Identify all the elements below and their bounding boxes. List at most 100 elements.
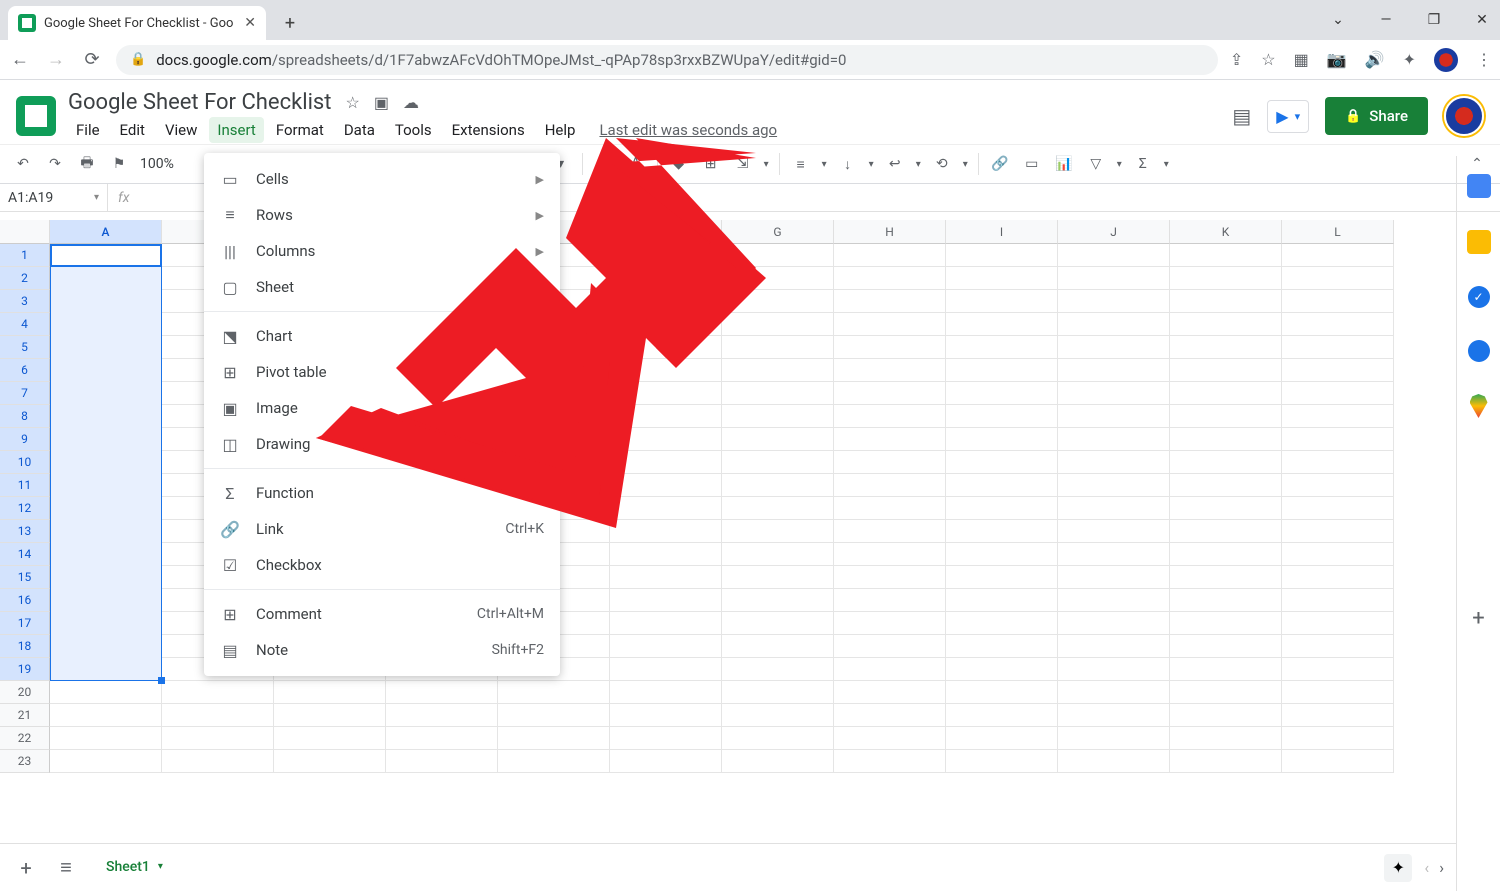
row-header[interactable]: 9 bbox=[0, 428, 50, 451]
cell[interactable] bbox=[722, 428, 834, 451]
comment-icon[interactable]: ▭ bbox=[1021, 153, 1043, 175]
cell[interactable] bbox=[1170, 658, 1282, 681]
row-header[interactable]: 8 bbox=[0, 405, 50, 428]
cell[interactable] bbox=[946, 359, 1058, 382]
cell[interactable] bbox=[1282, 497, 1394, 520]
cell[interactable] bbox=[1058, 635, 1170, 658]
cell[interactable] bbox=[1058, 451, 1170, 474]
cell[interactable] bbox=[1282, 359, 1394, 382]
add-addon-icon[interactable]: + bbox=[1472, 606, 1484, 631]
cell[interactable] bbox=[498, 704, 610, 727]
row-header[interactable]: 7 bbox=[0, 382, 50, 405]
cell[interactable] bbox=[834, 336, 946, 359]
maximize-button[interactable]: ❐ bbox=[1424, 12, 1444, 28]
cell[interactable] bbox=[1282, 566, 1394, 589]
last-edit-text[interactable]: Last edit was seconds ago bbox=[599, 121, 777, 139]
column-header[interactable]: A bbox=[50, 220, 162, 244]
column-header[interactable]: K bbox=[1170, 220, 1282, 244]
row-header[interactable]: 6 bbox=[0, 359, 50, 382]
cell[interactable] bbox=[1282, 244, 1394, 267]
insert-comment[interactable]: ⊞CommentCtrl+Alt+M bbox=[204, 596, 560, 632]
explore-button[interactable]: ✦ bbox=[1384, 854, 1412, 882]
cell[interactable] bbox=[722, 658, 834, 681]
insert-note[interactable]: ▤NoteShift+F2 bbox=[204, 632, 560, 668]
cell[interactable] bbox=[386, 704, 498, 727]
cell[interactable] bbox=[1058, 520, 1170, 543]
cell[interactable] bbox=[1170, 704, 1282, 727]
filter-icon[interactable]: ▽ bbox=[1085, 153, 1107, 175]
cell[interactable] bbox=[946, 681, 1058, 704]
close-window-button[interactable]: ✕ bbox=[1472, 12, 1492, 28]
tasks-icon[interactable] bbox=[1468, 286, 1490, 308]
v-align-icon[interactable]: ↓ bbox=[837, 153, 859, 175]
row-header[interactable]: 16 bbox=[0, 589, 50, 612]
cell[interactable] bbox=[1058, 727, 1170, 750]
cell[interactable] bbox=[50, 681, 162, 704]
cell[interactable] bbox=[722, 750, 834, 773]
cell[interactable] bbox=[50, 727, 162, 750]
chevron-down-icon[interactable]: ⌄ bbox=[1328, 12, 1348, 28]
cell[interactable] bbox=[834, 704, 946, 727]
cell[interactable] bbox=[386, 750, 498, 773]
cell[interactable] bbox=[1282, 727, 1394, 750]
cell[interactable] bbox=[722, 405, 834, 428]
insert-function[interactable]: ΣFunction▶ bbox=[204, 475, 560, 511]
cell[interactable] bbox=[834, 359, 946, 382]
address-bar[interactable]: 🔒 docs.google.com/spreadsheets/d/1F7abwz… bbox=[116, 45, 1218, 75]
functions-icon[interactable]: Σ bbox=[1132, 153, 1154, 175]
cell[interactable] bbox=[1282, 382, 1394, 405]
wrap-icon[interactable]: ↩ bbox=[884, 153, 906, 175]
cell[interactable] bbox=[1170, 543, 1282, 566]
cell[interactable] bbox=[834, 727, 946, 750]
cell[interactable] bbox=[498, 681, 610, 704]
cell[interactable] bbox=[1058, 313, 1170, 336]
cell[interactable] bbox=[610, 681, 722, 704]
row-header[interactable]: 15 bbox=[0, 566, 50, 589]
merge-cells-icon[interactable]: ⇲ bbox=[732, 153, 754, 175]
cell[interactable] bbox=[610, 704, 722, 727]
cell[interactable] bbox=[834, 474, 946, 497]
undo-icon[interactable]: ↶ bbox=[12, 153, 34, 175]
cell[interactable] bbox=[946, 336, 1058, 359]
sheet-next-icon[interactable]: › bbox=[1439, 858, 1444, 877]
cell[interactable] bbox=[834, 658, 946, 681]
cell[interactable] bbox=[834, 244, 946, 267]
cell[interactable] bbox=[1170, 750, 1282, 773]
cell[interactable] bbox=[834, 543, 946, 566]
cell[interactable] bbox=[946, 566, 1058, 589]
row-header[interactable]: 4 bbox=[0, 313, 50, 336]
cell[interactable] bbox=[1058, 359, 1170, 382]
column-header[interactable]: H bbox=[834, 220, 946, 244]
chart-icon[interactable]: 📊 bbox=[1053, 153, 1075, 175]
minimize-button[interactable]: — bbox=[1376, 12, 1396, 28]
cell[interactable] bbox=[1058, 497, 1170, 520]
present-button[interactable]: ▶ ▾ bbox=[1267, 100, 1309, 133]
cell[interactable] bbox=[1282, 313, 1394, 336]
cell[interactable] bbox=[834, 382, 946, 405]
cell[interactable] bbox=[610, 543, 722, 566]
row-header[interactable]: 1 bbox=[0, 244, 50, 267]
cell[interactable] bbox=[1058, 566, 1170, 589]
cell[interactable] bbox=[498, 750, 610, 773]
cell[interactable] bbox=[834, 750, 946, 773]
cell[interactable] bbox=[610, 290, 722, 313]
print-icon[interactable]: 🖶 bbox=[76, 153, 98, 175]
cell[interactable] bbox=[610, 520, 722, 543]
column-header[interactable]: G bbox=[722, 220, 834, 244]
h-align-icon[interactable]: ≡ bbox=[790, 153, 812, 175]
insert-link[interactable]: 🔗LinkCtrl+K bbox=[204, 511, 560, 547]
menu-tools[interactable]: Tools bbox=[387, 117, 440, 143]
cell[interactable] bbox=[274, 750, 386, 773]
cell[interactable] bbox=[610, 635, 722, 658]
cell[interactable] bbox=[1170, 681, 1282, 704]
cell[interactable] bbox=[1282, 267, 1394, 290]
cell[interactable] bbox=[1282, 290, 1394, 313]
insert-image[interactable]: ▣Image▶ bbox=[204, 390, 560, 426]
cell[interactable] bbox=[274, 704, 386, 727]
cell[interactable] bbox=[610, 244, 722, 267]
cell[interactable] bbox=[722, 543, 834, 566]
cell[interactable] bbox=[1058, 428, 1170, 451]
all-sheets-button[interactable]: ≡ bbox=[52, 855, 80, 880]
extensions-puzzle-icon[interactable]: ✦ bbox=[1403, 50, 1416, 69]
cell[interactable] bbox=[1058, 290, 1170, 313]
